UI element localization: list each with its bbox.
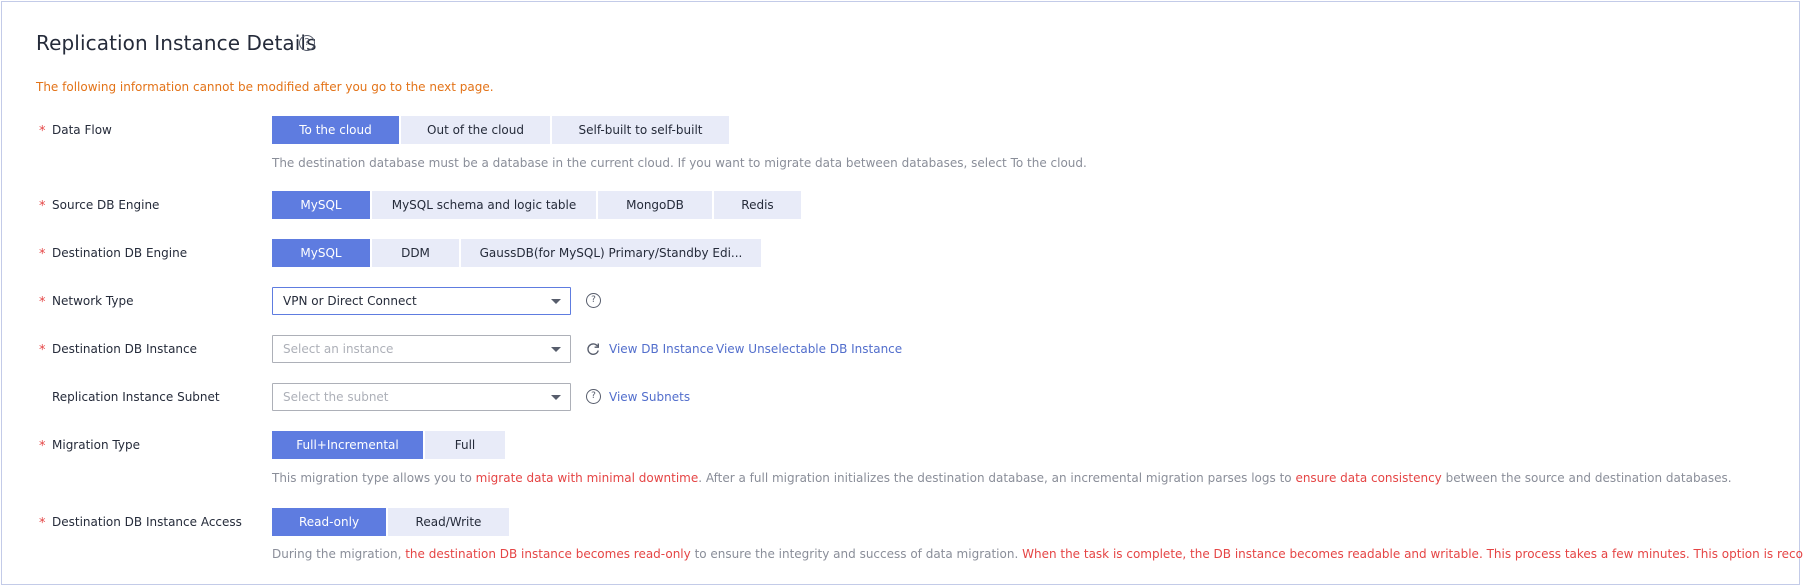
refresh-icon[interactable] xyxy=(586,342,600,356)
dest-instance-select[interactable]: Select an instance xyxy=(272,335,571,363)
dest-instance-row: * Destination DB Instance Select an inst… xyxy=(2,335,1801,363)
network-type-select[interactable]: VPN or Direct Connect xyxy=(272,287,571,315)
view-db-instance-link[interactable]: View DB Instance xyxy=(609,335,714,363)
subnet-label: Replication Instance Subnet xyxy=(52,390,220,404)
access-row: * Destination DB Instance Access Read-on… xyxy=(2,508,1801,536)
source-engine-label: Source DB Engine xyxy=(52,198,160,212)
chevron-down-icon xyxy=(551,395,561,400)
required-mark: * xyxy=(39,199,46,214)
chevron-down-icon xyxy=(551,299,561,304)
source-engine-option-mysql-schema[interactable]: MySQL schema and logic table xyxy=(372,191,596,219)
data-flow-option-self-built[interactable]: Self-built to self-built xyxy=(552,116,729,144)
warning-text: The following information cannot be modi… xyxy=(36,80,494,94)
dest-engine-option-ddm[interactable]: DDM xyxy=(372,239,459,267)
dest-instance-placeholder: Select an instance xyxy=(283,342,394,356)
data-flow-option-out-of-cloud[interactable]: Out of the cloud xyxy=(401,116,550,144)
required-mark: * xyxy=(39,439,46,454)
source-engine-option-mongodb[interactable]: MongoDB xyxy=(598,191,712,219)
required-mark: * xyxy=(39,295,46,310)
subnet-placeholder: Select the subnet xyxy=(283,390,389,404)
access-option-read-write[interactable]: Read/Write xyxy=(388,508,509,536)
required-mark: * xyxy=(39,516,46,531)
view-unselectable-instance-link[interactable]: View Unselectable DB Instance xyxy=(716,335,902,363)
data-flow-label: Data Flow xyxy=(52,123,112,137)
data-flow-row: * Data Flow To the cloud Out of the clou… xyxy=(2,116,1801,144)
dest-engine-row: * Destination DB Engine MySQL DDM GaussD… xyxy=(2,239,1801,267)
network-type-label: Network Type xyxy=(52,294,134,308)
dest-engine-label: Destination DB Engine xyxy=(52,246,188,260)
migration-type-label: Migration Type xyxy=(52,438,140,452)
migration-type-hint: This migration type allows you to migrat… xyxy=(272,471,1732,485)
source-engine-row: * Source DB Engine MySQL MySQL schema an… xyxy=(2,191,1801,219)
required-mark: * xyxy=(39,343,46,358)
question-circle-icon[interactable]: ? xyxy=(586,293,601,308)
migration-type-row: * Migration Type Full+Incremental Full xyxy=(2,431,1801,459)
subnet-row: Replication Instance Subnet Select the s… xyxy=(2,383,1801,411)
chevron-down-icon xyxy=(551,347,561,352)
source-engine-option-redis[interactable]: Redis xyxy=(714,191,801,219)
access-option-read-only[interactable]: Read-only xyxy=(272,508,386,536)
question-circle-icon[interactable]: ? xyxy=(586,389,601,404)
migration-type-option-full[interactable]: Full xyxy=(425,431,505,459)
dest-engine-option-gaussdb[interactable]: GaussDB(for MySQL) Primary/Standby Edi..… xyxy=(461,239,761,267)
replication-instance-panel: Replication Instance Details ? The follo… xyxy=(1,1,1803,585)
migration-type-option-full-incremental[interactable]: Full+Incremental xyxy=(272,431,423,459)
source-engine-option-mysql[interactable]: MySQL xyxy=(272,191,370,219)
network-type-value: VPN or Direct Connect xyxy=(283,294,417,308)
question-circle-icon[interactable]: ? xyxy=(299,35,315,51)
access-label: Destination DB Instance Access xyxy=(52,515,242,529)
dest-instance-label: Destination DB Instance xyxy=(52,342,198,356)
data-flow-option-to-cloud[interactable]: To the cloud xyxy=(272,116,399,144)
dest-engine-option-mysql[interactable]: MySQL xyxy=(272,239,370,267)
data-flow-hint: The destination database must be a datab… xyxy=(272,156,1087,170)
network-type-row: * Network Type VPN or Direct Connect ? xyxy=(2,287,1801,315)
access-hint: During the migration, the destination DB… xyxy=(272,547,1803,561)
subnet-select[interactable]: Select the subnet xyxy=(272,383,571,411)
view-subnets-link[interactable]: View Subnets xyxy=(609,383,690,411)
required-mark: * xyxy=(39,124,46,139)
required-mark: * xyxy=(39,247,46,262)
page-title: Replication Instance Details xyxy=(36,31,317,55)
